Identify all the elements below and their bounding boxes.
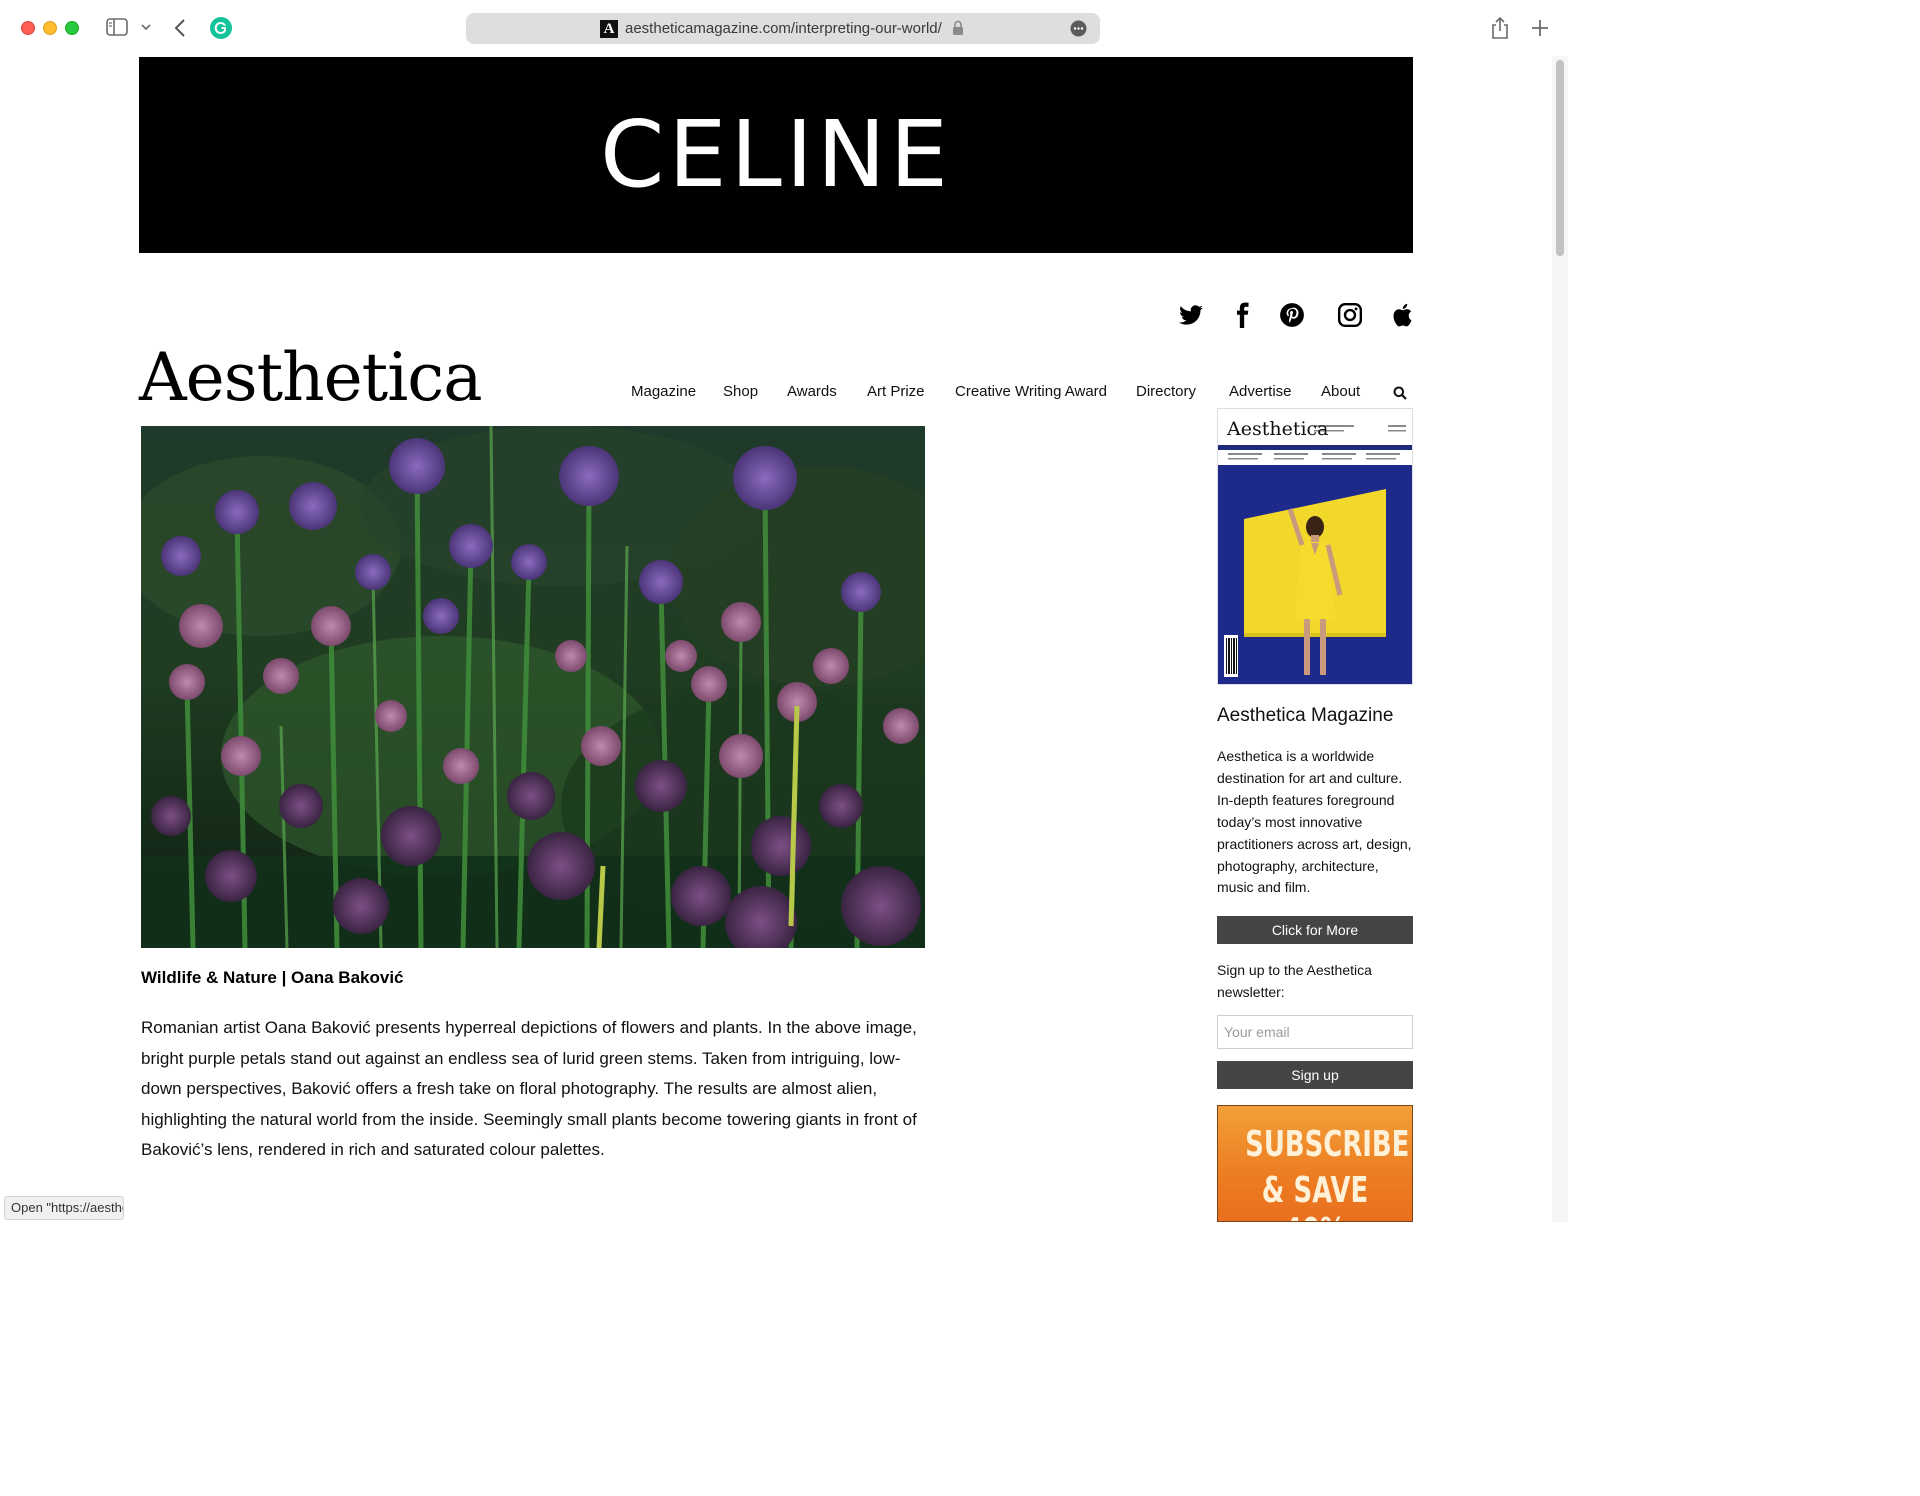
- page-scrollbar[interactable]: [1552, 56, 1568, 1222]
- instagram-icon[interactable]: [1337, 302, 1363, 328]
- promo-line-2: & SAVE 40%: [1261, 1170, 1369, 1221]
- maximize-window-button[interactable]: [65, 21, 79, 35]
- link-status-bar: Open "https://aestheticamagazine.com: [4, 1196, 124, 1220]
- cover-masthead: Aesthetica: [1227, 418, 1329, 440]
- advertisement-banner[interactable]: CELINE: [139, 57, 1413, 253]
- address-bar[interactable]: A aestheticamagazine.com/interpreting-ou…: [466, 13, 1100, 44]
- site-logo[interactable]: Aesthetica: [139, 338, 483, 418]
- minimize-window-button[interactable]: [43, 21, 57, 35]
- email-field[interactable]: [1217, 1015, 1413, 1049]
- share-icon[interactable]: [1490, 16, 1510, 40]
- facebook-icon[interactable]: [1229, 302, 1255, 328]
- sign-up-button[interactable]: Sign up: [1217, 1061, 1413, 1089]
- pinterest-icon[interactable]: [1279, 302, 1305, 328]
- back-arrow-icon[interactable]: [172, 17, 188, 39]
- article-body: Romanian artist Oana Baković presents hy…: [141, 1018, 917, 1160]
- nav-advertise[interactable]: Advertise: [1229, 383, 1292, 405]
- sidebar-toggle-icon[interactable]: [106, 18, 128, 36]
- twitter-icon[interactable]: [1178, 302, 1204, 328]
- newsletter-label: Sign up to the Aesthetica newsletter:: [1217, 962, 1372, 1000]
- nav-directory[interactable]: Directory: [1136, 383, 1196, 405]
- apple-icon[interactable]: [1391, 302, 1417, 328]
- scrollbar-thumb[interactable]: [1556, 60, 1564, 256]
- nav-magazine[interactable]: Magazine: [631, 383, 696, 405]
- click-for-more-button[interactable]: Click for More: [1217, 916, 1413, 944]
- new-tab-icon[interactable]: [1530, 18, 1550, 38]
- sidebar-heading: Aesthetica Magazine: [1217, 705, 1394, 726]
- nav-awards[interactable]: Awards: [787, 383, 837, 405]
- search-icon[interactable]: [1393, 386, 1407, 400]
- ad-brand-logo: CELINE: [600, 101, 952, 208]
- nav-creative-writing-award[interactable]: Creative Writing Award: [955, 383, 1107, 405]
- sidebar-description: Aesthetica is a worldwide destination fo…: [1217, 748, 1412, 896]
- url-text: aestheticamagazine.com/interpreting-our-…: [625, 20, 942, 37]
- article-hero-image: [141, 426, 925, 948]
- subscribe-promo-banner[interactable]: SUBSCRIBE & SAVE 40%: [1217, 1105, 1413, 1222]
- promo-line-1: SUBSCRIBE: [1245, 1124, 1410, 1165]
- image-caption: Wildlife & Nature | Oana Baković: [141, 968, 404, 987]
- grammarly-extension-icon[interactable]: [210, 17, 232, 39]
- site-favicon-icon: A: [600, 20, 618, 38]
- magazine-cover-image[interactable]: Aesthetica: [1217, 408, 1413, 685]
- more-options-icon[interactable]: [1070, 20, 1087, 37]
- browser-toolbar: A aestheticamagazine.com/interpreting-ou…: [0, 0, 1568, 56]
- nav-shop[interactable]: Shop: [723, 383, 758, 405]
- chevron-down-icon[interactable]: [140, 20, 152, 34]
- close-window-button[interactable]: [21, 21, 35, 35]
- lock-icon: [952, 20, 964, 36]
- nav-about[interactable]: About: [1321, 383, 1360, 405]
- nav-art-prize[interactable]: Art Prize: [867, 383, 925, 405]
